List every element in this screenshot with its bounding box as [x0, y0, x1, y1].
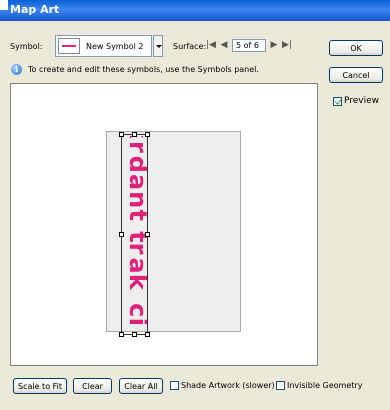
title-bar: Map Art [0, 0, 390, 21]
window-title: Map Art [10, 3, 60, 16]
surface-prev-icon[interactable]: ◀ [219, 40, 229, 50]
surface-next-icon[interactable]: ▶ [269, 40, 279, 50]
symbol-label: Symbol: [10, 42, 43, 51]
invisible-geometry-label: Invisible Geometry [287, 381, 363, 390]
clear-button[interactable]: Clear [73, 378, 112, 394]
info-text: To create and edit these symbols, use th… [28, 65, 259, 74]
symbol-name: New Symbol 2 [86, 42, 144, 51]
shade-artwork-label: Shade Artwork (slower) [181, 381, 275, 390]
scale-to-fit-button[interactable]: Scale to Fit [13, 378, 67, 394]
selection-handle-right[interactable] [145, 232, 150, 237]
surface-last-icon[interactable]: ▶| [282, 40, 292, 50]
selection-handle-top-left[interactable] [119, 132, 124, 137]
clear-all-button[interactable]: Clear All [119, 378, 163, 394]
surface-first-icon[interactable]: |◀ [206, 40, 216, 50]
surface-field[interactable]: 5 of 6 [232, 39, 266, 52]
symbol-dropdown[interactable]: New Symbol 2 [55, 35, 152, 57]
invisible-geometry-checkbox[interactable] [276, 381, 285, 390]
symbol-thumbnail [58, 38, 80, 54]
selection-handle-bottom-left[interactable] [119, 332, 124, 337]
preview-area[interactable]: ᴉɔ ʞɐɹʇ ʇuɐpɹʞ [10, 83, 318, 366]
shade-artwork-checkbox[interactable] [170, 381, 179, 390]
selection-handle-bottom[interactable] [132, 332, 137, 337]
preview-checkbox[interactable] [333, 97, 342, 106]
surface-label: Surface: [173, 42, 207, 51]
title-bar-corner [0, 0, 8, 10]
ok-button[interactable]: OK [329, 40, 383, 56]
symbol-dropdown-arrow-icon[interactable] [153, 35, 163, 57]
selection-handle-top-right[interactable] [145, 132, 150, 137]
selection-handle-bottom-right[interactable] [145, 332, 150, 337]
info-icon: i [11, 64, 22, 75]
selection-handle-left[interactable] [119, 232, 124, 237]
preview-label: Preview [344, 96, 380, 106]
cancel-button[interactable]: Cancel [329, 67, 383, 83]
selection-handle-top[interactable] [132, 132, 137, 137]
symbol-selection-box[interactable] [121, 134, 148, 335]
